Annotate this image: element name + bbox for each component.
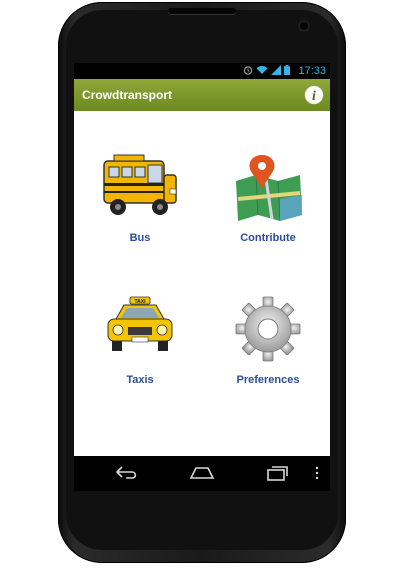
tile-bus-label: Bus (129, 232, 151, 244)
gear-icon (235, 296, 301, 362)
wifi-icon (256, 66, 268, 74)
tile-preferences-label: Preferences (236, 374, 300, 386)
svg-text:i: i (312, 89, 316, 104)
tile-preferences[interactable]: Preferences (218, 293, 318, 386)
app-title: Crowdtransport (82, 88, 172, 102)
navigation-bar (74, 456, 330, 491)
status-bar: 17:33 (74, 63, 330, 79)
info-icon[interactable]: i (304, 85, 324, 105)
earpiece-speaker (168, 8, 236, 14)
tile-contribute-label: Contribute (240, 232, 296, 244)
tile-taxis-label: Taxis (126, 374, 154, 386)
tile-bus[interactable]: Bus (90, 151, 190, 244)
device-screen: 17:33 Crowdtransport i Bus Contribute TA… (74, 63, 330, 491)
action-bar: Crowdtransport i (74, 79, 330, 111)
overflow-menu-icon[interactable] (314, 464, 320, 482)
status-icons (243, 65, 290, 75)
map-pin-icon (236, 155, 302, 222)
alarm-icon (243, 66, 253, 75)
front-camera (300, 22, 308, 30)
tile-taxis[interactable]: TAXI Taxis (90, 293, 190, 386)
status-time: 17:33 (298, 65, 326, 77)
taxi-icon: TAXI (107, 296, 173, 351)
main-menu: Bus Contribute TAXI Taxis Preferences (74, 111, 330, 456)
signal-icon (271, 65, 281, 75)
back-icon[interactable] (114, 464, 140, 482)
school-bus-icon (103, 154, 177, 215)
home-icon[interactable] (188, 464, 216, 482)
tile-contribute[interactable]: Contribute (218, 151, 318, 244)
battery-icon (284, 65, 290, 75)
svg-text:TAXI: TAXI (134, 299, 146, 305)
recent-apps-icon[interactable] (264, 464, 290, 482)
